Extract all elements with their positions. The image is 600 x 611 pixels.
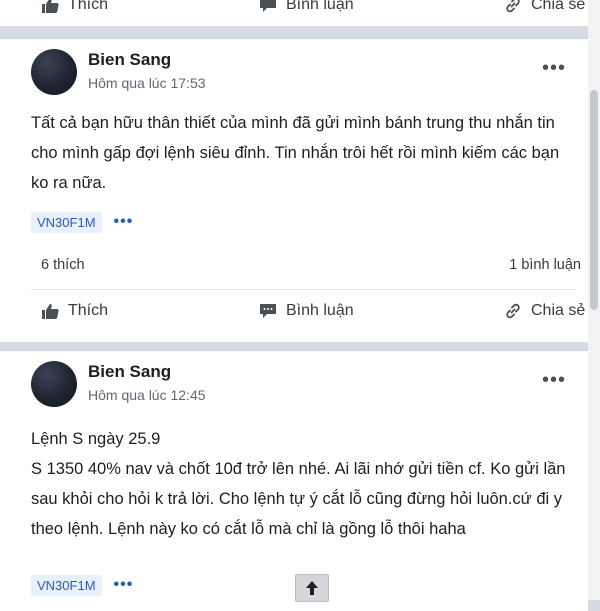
thumb-up-icon: [42, 0, 59, 13]
share-button[interactable]: Chia sẻ: [504, 0, 585, 26]
post-text: Lệnh S ngày 25.9 S 1350 40% nav và chốt …: [31, 424, 576, 544]
tag-row: VN30F1M •••: [31, 573, 133, 597]
thumb-up-icon: [42, 304, 59, 319]
post-text-line: S 1350 40% nav và chốt 10đ trở lên nhé. …: [31, 460, 566, 538]
comment-icon: [260, 0, 276, 12]
post-card: Bien Sang Hôm qua lúc 12:45 ••• Lệnh S n…: [0, 350, 588, 611]
post-card: Bien Sang Hôm qua lúc 17:53 ••• Tất cả b…: [0, 38, 588, 342]
more-icon[interactable]: •••: [542, 370, 566, 390]
tag-row: VN30F1M •••: [31, 210, 133, 234]
more-tags-icon[interactable]: •••: [114, 576, 134, 594]
post-text-line: Lệnh S ngày 25.9: [31, 430, 161, 448]
comment-count[interactable]: 1 bình luận: [509, 257, 581, 273]
avatar[interactable]: [31, 49, 77, 95]
comment-button[interactable]: Bình luận: [259, 0, 354, 26]
link-icon: [506, 303, 520, 319]
tag-chip[interactable]: VN30F1M: [31, 211, 102, 233]
comment-label: Bình luận: [286, 302, 354, 319]
scroll-top-button[interactable]: [295, 574, 329, 602]
scrollbar-thumb[interactable]: [590, 90, 598, 310]
post-text: Tất cả bạn hữu thân thiết của mình đã gử…: [31, 114, 560, 192]
post-time[interactable]: Hôm qua lúc 17:53: [88, 75, 206, 91]
like-count[interactable]: 6 thích: [41, 257, 85, 273]
post-header: Bien Sang Hôm qua lúc 12:45 •••: [0, 351, 588, 407]
comment-button[interactable]: Bình luận: [259, 290, 354, 332]
link-icon: [506, 0, 520, 13]
comment-label: Bình luận: [286, 0, 354, 13]
share-label: Chia sẻ: [531, 0, 586, 13]
like-button[interactable]: Thích: [41, 290, 108, 332]
like-label: Thích: [68, 0, 109, 13]
more-icon[interactable]: •••: [542, 58, 566, 78]
post-header: Bien Sang Hôm qua lúc 17:53 •••: [0, 39, 588, 95]
scrollbar[interactable]: [588, 0, 600, 600]
share-button[interactable]: Chia sẻ: [504, 290, 585, 332]
like-button[interactable]: Thích: [41, 0, 108, 26]
author-name[interactable]: Bien Sang: [88, 362, 171, 382]
comment-icon: [260, 304, 276, 318]
avatar[interactable]: [31, 361, 77, 407]
previous-post-actions: Thích Bình luận Chia sẻ: [0, 0, 588, 27]
arrow-up-icon: [306, 581, 318, 595]
tag-chip[interactable]: VN30F1M: [31, 574, 102, 596]
more-tags-icon[interactable]: •••: [114, 213, 134, 231]
author-name[interactable]: Bien Sang: [88, 50, 171, 70]
post-time[interactable]: Hôm qua lúc 12:45: [88, 387, 206, 403]
post-stats: 6 thích 1 bình luận: [41, 257, 581, 279]
like-label: Thích: [68, 302, 109, 319]
share-label: Chia sẻ: [531, 302, 586, 319]
